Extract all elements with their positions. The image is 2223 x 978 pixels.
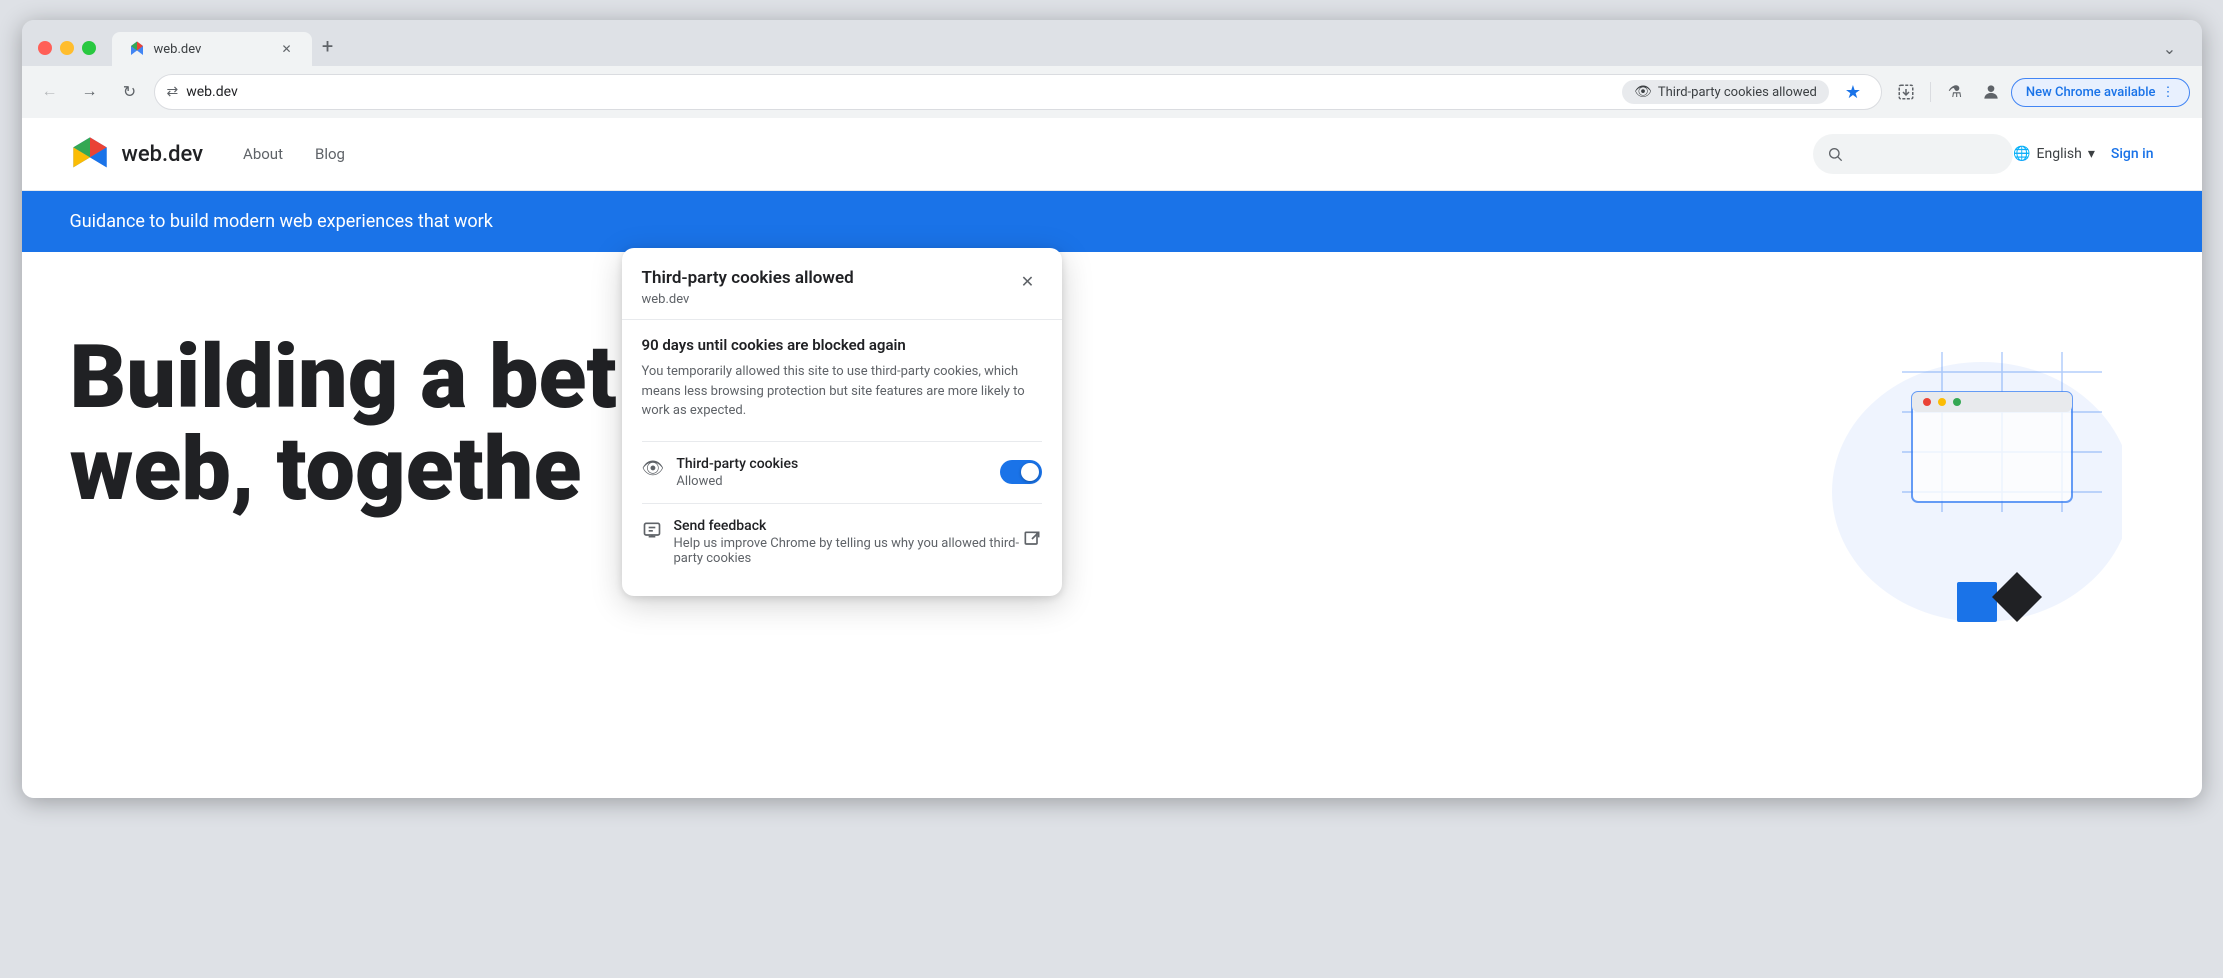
language-button[interactable]: 🌐 English ▾ <box>2013 146 2095 162</box>
new-chrome-menu-icon: ⋮ <box>2162 85 2175 100</box>
flask-button[interactable]: ⚗ <box>1939 76 1971 108</box>
title-bar: web.dev ✕ + ⌄ <box>22 20 2202 66</box>
feedback-sub: Help us improve Chrome by telling us why… <box>674 536 1022 566</box>
language-label: English <box>2037 146 2082 162</box>
tab-close-button[interactable]: ✕ <box>278 40 296 58</box>
minimize-window-button[interactable] <box>60 41 74 55</box>
feedback-row[interactable]: Send feedback Help us improve Chrome by … <box>642 503 1042 580</box>
reload-button[interactable]: ↻ <box>114 76 146 108</box>
popup-warning-title: 90 days until cookies are blocked again <box>642 336 1042 354</box>
close-window-button[interactable] <box>38 41 52 55</box>
popup-close-button[interactable]: ✕ <box>1014 268 1042 296</box>
nav-actions: ⚗ New Chrome available ⋮ <box>1890 76 2190 108</box>
site-search-bar[interactable] <box>1813 134 2013 174</box>
cookies-pill-label: Third-party cookies allowed <box>1658 85 1817 100</box>
maximize-window-button[interactable] <box>82 41 96 55</box>
popup-header: Third-party cookies allowed web.dev ✕ <box>622 248 1062 320</box>
omnibox-icon: ⇄ <box>167 84 179 100</box>
hero-svg <box>1722 292 2122 652</box>
hero-title-line2: web, togethe <box>70 418 582 521</box>
feedback-row-text: Send feedback Help us improve Chrome by … <box>674 518 1022 566</box>
search-icon <box>1827 146 1843 162</box>
bookmark-button[interactable]: ★ <box>1837 76 1869 108</box>
tab-bar: web.dev ✕ + <box>112 30 2146 66</box>
popup-title: Third-party cookies allowed <box>642 268 854 288</box>
site-header: web.dev About Blog 🌐 English ▾ Sign in <box>22 118 2202 191</box>
traffic-lights <box>38 41 96 55</box>
cookies-pill-button[interactable]: 👁 Third-party cookies allowed <box>1622 80 1829 104</box>
download-button[interactable] <box>1890 76 1922 108</box>
hero-banner-text: Guidance to build modern web experiences… <box>70 211 493 232</box>
hero-banner: Guidance to build modern web experiences… <box>22 191 2202 252</box>
omnibox[interactable]: ⇄ web.dev 👁 Third-party cookies allowed … <box>154 74 1882 110</box>
cookies-row-label: Third-party cookies <box>676 456 798 472</box>
new-chrome-button[interactable]: New Chrome available ⋮ <box>2011 78 2190 107</box>
hero-illustration <box>1722 292 2122 652</box>
cookies-toggle[interactable] <box>1000 460 1042 484</box>
browser-window: web.dev ✕ + ⌄ ← → ↻ ⇄ web.dev 👁 Third-pa… <box>22 20 2202 798</box>
popup-domain: web.dev <box>642 292 854 307</box>
site-nav: About Blog <box>243 145 345 163</box>
cookies-row-left: 👁 Third-party cookies Allowed <box>642 456 799 489</box>
feedback-row-left: Send feedback Help us improve Chrome by … <box>642 518 1022 566</box>
main-hero: Building a bet web, togethe <box>22 252 2202 557</box>
nav-blog[interactable]: Blog <box>315 145 345 163</box>
url-display: web.dev <box>186 84 1614 100</box>
popup-body: 90 days until cookies are blocked again … <box>622 320 1062 596</box>
feedback-label: Send feedback <box>674 518 1022 534</box>
forward-button[interactable]: → <box>74 76 106 108</box>
hero-title-line1: Building a bet <box>70 326 617 429</box>
lang-dropdown-icon: ▾ <box>2088 146 2095 162</box>
site-logo-text: web.dev <box>122 142 204 167</box>
webdev-logo-icon <box>70 134 110 174</box>
popup-title-block: Third-party cookies allowed web.dev <box>642 268 854 307</box>
active-tab[interactable]: web.dev ✕ <box>112 32 312 66</box>
cookies-icon: 👁 <box>642 458 665 479</box>
site-logo: web.dev <box>70 134 204 174</box>
profile-button[interactable] <box>1975 76 2007 108</box>
page-content: web.dev About Blog 🌐 English ▾ Sign in <box>22 118 2202 798</box>
globe-icon: 🌐 <box>2013 146 2030 162</box>
external-link-icon[interactable] <box>1022 529 1042 554</box>
feedback-icon <box>642 520 662 545</box>
tab-title: web.dev <box>154 42 270 57</box>
back-button[interactable]: ← <box>34 76 66 108</box>
cookies-popup: Third-party cookies allowed web.dev ✕ 90… <box>622 248 1062 596</box>
signin-button[interactable]: Sign in <box>2111 146 2154 162</box>
new-chrome-label: New Chrome available <box>2026 85 2156 100</box>
nav-divider <box>1930 82 1931 102</box>
tab-favicon <box>128 40 146 58</box>
popup-warning-text: You temporarily allowed this site to use… <box>642 362 1042 421</box>
navigation-bar: ← → ↻ ⇄ web.dev 👁 Third-party cookies al… <box>22 66 2202 118</box>
site-header-right: 🌐 English ▾ Sign in <box>2013 146 2153 162</box>
cookies-eye-icon: 👁 <box>1634 84 1652 100</box>
cookies-row-sub: Allowed <box>676 474 798 489</box>
nav-about[interactable]: About <box>243 145 283 163</box>
new-tab-button[interactable]: + <box>312 30 344 62</box>
maximize-icon[interactable]: ⌄ <box>2154 32 2186 64</box>
cookies-row-text: Third-party cookies Allowed <box>676 456 798 489</box>
cookies-toggle-row: 👁 Third-party cookies Allowed <box>642 441 1042 503</box>
